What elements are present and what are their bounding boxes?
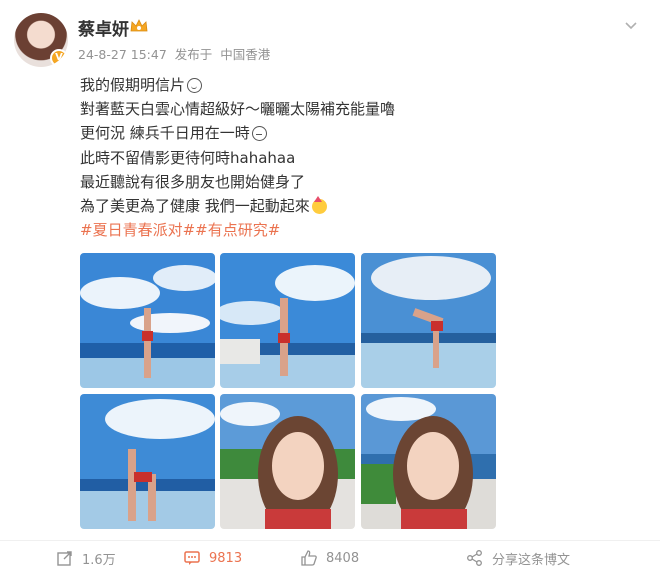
- post-line-text: 為了美更為了健康 我們一起動起來: [80, 197, 310, 216]
- comment-button[interactable]: 9813: [183, 548, 242, 568]
- author-name[interactable]: 蔡卓妍: [78, 15, 129, 40]
- post-line-text: 我的假期明信片: [80, 76, 186, 94]
- like-button[interactable]: 8408: [300, 548, 359, 568]
- post-line: 此時不留倩影更待何時hahahaa: [80, 146, 520, 170]
- post-line-text: 最近聽說有很多朋友也開始健身了: [80, 172, 306, 191]
- thumbs-up-icon: [301, 550, 317, 566]
- post-line: 我的假期明信片: [80, 73, 520, 97]
- post-text: 我的假期明信片 對著藍天白雲心情超級好～曬曬太陽補充能量嚕 更何況 練兵千日用在…: [80, 73, 520, 242]
- post-meta: 24-8-27 15:47 发布于 中国香港: [78, 44, 274, 63]
- share-label: 分享这条博文: [492, 552, 571, 568]
- topic-tags[interactable]: #夏日青春派对##有点研究#: [80, 218, 520, 242]
- post-line-text: 對著藍天白雲心情超級好～曬曬太陽補充能量嚕: [80, 100, 396, 119]
- share-button[interactable]: 分享这条博文: [466, 548, 570, 568]
- post-image[interactable]: [361, 394, 496, 529]
- chevron-down-icon[interactable]: [624, 18, 638, 32]
- post-timestamp[interactable]: 24-8-27 15:47: [78, 47, 167, 62]
- repost-button[interactable]: 1.6万: [56, 548, 116, 568]
- post-line-text: 此時不留倩影更待何時hahahaa: [80, 148, 296, 167]
- sweat-emoji-icon: [251, 126, 267, 141]
- repost-count: 1.6万: [82, 552, 116, 568]
- crown-badge-icon: [130, 19, 148, 32]
- share-icon: [467, 550, 482, 566]
- post-line: 對著藍天白雲心情超級好～曬曬太陽補充能量嚕: [80, 97, 520, 121]
- post-image[interactable]: [220, 394, 355, 529]
- party-emoji-icon: [311, 195, 327, 214]
- post-location: 中国香港: [220, 47, 271, 62]
- like-count: 8408: [326, 550, 360, 566]
- post-image[interactable]: [80, 253, 215, 388]
- posted-from-label: 发布于: [174, 47, 213, 62]
- repost-icon: [57, 551, 72, 566]
- post-line-text: 更何況 練兵千日用在一時: [80, 124, 250, 143]
- post-line: 為了美更為了健康 我們一起動起來: [80, 194, 520, 218]
- divider: [0, 540, 660, 541]
- post-image[interactable]: [220, 253, 355, 388]
- post-line: 最近聽說有很多朋友也開始健身了: [80, 170, 520, 194]
- post-image[interactable]: [361, 253, 496, 388]
- weibo-post-card: V 蔡卓妍 24-8-27 15:47 发布于 中国香港 我的假期明信片 對著藍…: [0, 0, 660, 574]
- verified-badge-icon: V: [50, 49, 68, 67]
- comment-icon: [184, 551, 200, 565]
- comment-count: 9813: [209, 550, 243, 566]
- post-line: 更何況 練兵千日用在一時: [80, 121, 520, 145]
- smile-emoji-icon: [187, 77, 203, 93]
- post-image[interactable]: [80, 394, 215, 529]
- image-grid: [80, 253, 496, 529]
- avatar[interactable]: V: [14, 13, 68, 67]
